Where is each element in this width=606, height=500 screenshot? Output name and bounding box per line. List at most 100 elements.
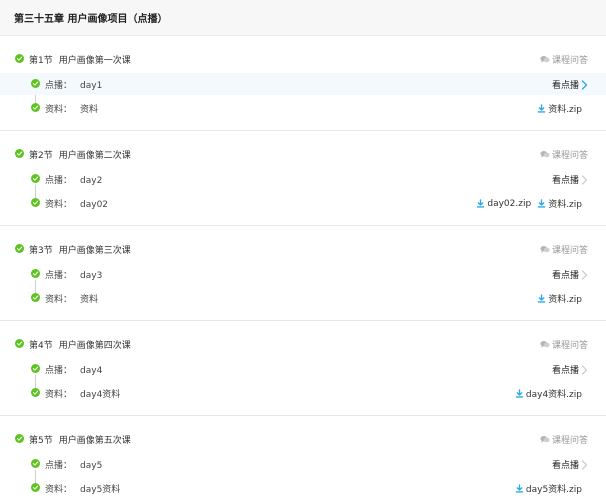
section-header: 第1节 用户画像第一次课 课程问答 <box>0 48 606 70</box>
material-name: 资料 <box>80 295 99 305</box>
check-icon <box>31 174 40 183</box>
course-qa-link[interactable]: 课程问答 <box>540 243 588 256</box>
download-filename: 资料.zip <box>548 105 582 115</box>
course-qa-link[interactable]: 课程问答 <box>540 53 588 66</box>
vod-label: 点播： day4 <box>45 363 102 376</box>
section-name: 用户画像第三次课 <box>58 246 131 256</box>
download-icon <box>537 294 546 303</box>
material-row: 资料： day4资料 day4资料.zip <box>0 382 606 404</box>
vod-row[interactable]: 点播： day5 看点播 <box>0 453 606 475</box>
material-label: 资料： 资料 <box>45 292 98 305</box>
vod-name: day5 <box>80 461 103 471</box>
chat-bubble-icon <box>540 340 550 349</box>
vod-prefix: 点播： <box>45 176 73 186</box>
chat-bubble-icon <box>540 55 550 64</box>
vod-prefix: 点播： <box>45 81 73 91</box>
course-qa-label: 课程问答 <box>551 246 588 256</box>
check-icon <box>31 103 40 112</box>
check-icon <box>15 339 24 348</box>
download-link[interactable]: 资料.zip <box>537 292 582 305</box>
course-qa-label: 课程问答 <box>551 436 588 446</box>
section-title: 第1节 用户画像第一次课 <box>29 53 131 66</box>
section-number: 第2节 <box>29 151 53 161</box>
download-filename: day4资料.zip <box>525 390 582 400</box>
section-number: 第3节 <box>29 246 53 256</box>
section-divider <box>0 320 606 321</box>
section-divider <box>0 225 606 226</box>
course-qa-link[interactable]: 课程问答 <box>540 148 588 161</box>
watch-vod-button[interactable]: 看点播 <box>552 173 588 186</box>
material-row: 资料： day5资料 day5资料.zip <box>0 477 606 499</box>
watch-vod-label: 看点播 <box>551 176 579 186</box>
download-filename: day5资料.zip <box>525 485 582 495</box>
watch-vod-button[interactable]: 看点播 <box>552 458 588 471</box>
chevron-right-icon <box>581 174 588 185</box>
watch-vod-label: 看点播 <box>551 461 579 471</box>
material-prefix: 资料： <box>45 200 73 210</box>
download-link[interactable]: day4资料.zip <box>515 387 582 400</box>
material-label: 资料： 资料 <box>45 102 98 115</box>
check-icon <box>31 459 40 468</box>
material-prefix: 资料： <box>45 295 73 305</box>
vod-name: day1 <box>80 81 103 91</box>
section-name: 用户画像第四次课 <box>58 341 131 351</box>
chat-bubble-icon <box>540 245 550 254</box>
download-icon <box>537 199 546 208</box>
check-icon <box>31 269 40 278</box>
download-list: day5资料.zip <box>509 482 582 495</box>
download-link[interactable]: 资料.zip <box>537 102 582 115</box>
download-link[interactable]: 资料.zip <box>537 197 582 210</box>
material-prefix: 资料： <box>45 485 73 495</box>
vod-label: 点播： day1 <box>45 78 102 91</box>
vod-row[interactable]: 点播： day3 看点播 <box>0 263 606 285</box>
course-qa-label: 课程问答 <box>551 341 588 351</box>
section-header: 第2节 用户画像第二次课 课程问答 <box>0 143 606 165</box>
download-link[interactable]: day02.zip <box>476 199 531 209</box>
material-label: 资料： day02 <box>45 197 108 210</box>
download-list: 资料.zip <box>531 102 582 115</box>
vod-prefix: 点播： <box>45 271 73 281</box>
watch-vod-label: 看点播 <box>551 81 579 91</box>
check-icon <box>15 54 24 63</box>
course-qa-label: 课程问答 <box>551 56 588 66</box>
course-qa-link[interactable]: 课程问答 <box>540 433 588 446</box>
section-number: 第5节 <box>29 436 53 446</box>
material-row: 资料： 资料 资料.zip <box>0 287 606 309</box>
download-link[interactable]: day5资料.zip <box>515 482 582 495</box>
chevron-right-icon <box>581 459 588 470</box>
check-icon <box>31 483 40 492</box>
section-name: 用户画像第一次课 <box>58 56 131 66</box>
course-qa-link[interactable]: 课程问答 <box>540 338 588 351</box>
section-title: 第2节 用户画像第二次课 <box>29 148 131 161</box>
vod-name: day4 <box>80 366 103 376</box>
check-icon <box>31 388 40 397</box>
download-filename: day02.zip <box>487 198 532 209</box>
vod-label: 点播： day3 <box>45 268 102 281</box>
vod-row[interactable]: 点播： day4 看点播 <box>0 358 606 380</box>
check-icon <box>15 149 24 158</box>
download-list: day4资料.zip <box>509 387 582 400</box>
vod-row[interactable]: 点播： day2 看点播 <box>0 168 606 190</box>
download-list: 资料.zip <box>531 292 582 305</box>
material-label: 资料： day5资料 <box>45 482 120 495</box>
section-name: 用户画像第五次课 <box>58 436 131 446</box>
vod-prefix: 点播： <box>45 366 73 376</box>
check-icon <box>31 79 40 88</box>
download-icon <box>515 389 524 398</box>
check-icon <box>15 434 24 443</box>
watch-vod-label: 看点播 <box>551 366 579 376</box>
section-number: 第1节 <box>29 56 53 66</box>
watch-vod-button[interactable]: 看点播 <box>552 268 588 281</box>
section-divider <box>0 415 606 416</box>
material-prefix: 资料： <box>45 390 73 400</box>
material-prefix: 资料： <box>45 105 73 115</box>
watch-vod-button[interactable]: 看点播 <box>552 78 588 91</box>
download-icon <box>537 104 546 113</box>
section-divider <box>0 130 606 131</box>
section-header: 第4节 用户画像第四次课 课程问答 <box>0 333 606 355</box>
section-title: 第3节 用户画像第三次课 <box>29 243 131 256</box>
material-label: 资料： day4资料 <box>45 387 120 400</box>
vod-row[interactable]: 点播： day1 看点播 <box>0 73 606 95</box>
chevron-right-icon <box>581 364 588 375</box>
watch-vod-button[interactable]: 看点播 <box>552 363 588 376</box>
